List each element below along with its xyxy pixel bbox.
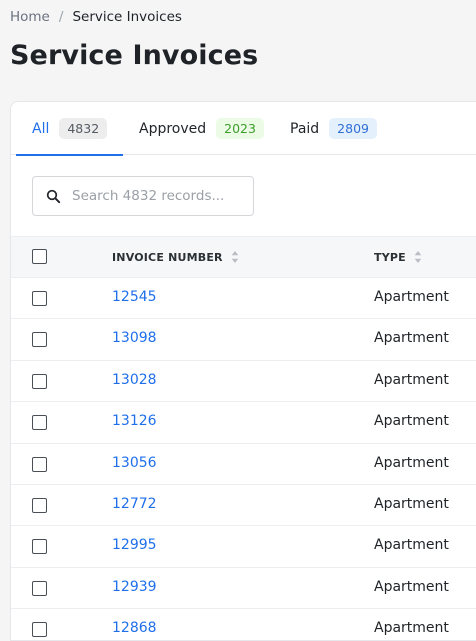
table-row: 12545 Apartment — [11, 278, 476, 320]
sort-icon[interactable] — [414, 250, 422, 264]
column-header-invoice-number[interactable]: INVOICE NUMBER — [112, 237, 239, 277]
invoice-type: Apartment — [374, 578, 449, 595]
invoice-number-link[interactable]: 13098 — [112, 330, 157, 346]
table-row: 13126 Apartment — [11, 402, 476, 444]
column-header-type-label: TYPE — [374, 250, 406, 264]
table-body: 12545 Apartment 13098 Apartment 13028 Ap… — [11, 278, 476, 640]
row-checkbox[interactable] — [32, 332, 47, 348]
invoice-number-link[interactable]: 12772 — [112, 496, 157, 512]
invoice-type: Apartment — [374, 330, 449, 347]
row-checkbox[interactable] — [32, 580, 47, 596]
breadcrumb-current: Service Invoices — [72, 9, 182, 25]
invoice-type: Apartment — [374, 620, 449, 637]
invoice-number-link[interactable]: 13028 — [112, 372, 157, 388]
tab-all-count-badge: 4832 — [59, 118, 108, 139]
invoice-type: Apartment — [374, 454, 449, 471]
table-row: 12868 Apartment — [11, 609, 476, 640]
row-checkbox[interactable] — [32, 415, 47, 431]
invoice-number-link[interactable]: 12868 — [112, 620, 157, 636]
status-tabs: All 4832 Approved 2023 Paid 2809 — [11, 102, 476, 156]
page-title: Service Invoices — [10, 40, 259, 71]
row-checkbox[interactable] — [32, 456, 47, 472]
tab-paid[interactable]: Paid 2809 — [290, 102, 377, 155]
invoice-number-link[interactable]: 13126 — [112, 413, 157, 429]
invoice-number-link[interactable]: 13056 — [112, 455, 157, 471]
tab-approved[interactable]: Approved 2023 — [139, 102, 264, 155]
search-input[interactable] — [72, 188, 242, 204]
tab-approved-label: Approved — [139, 120, 207, 137]
table-row: 12995 Apartment — [11, 526, 476, 568]
invoice-number-link[interactable]: 12939 — [112, 579, 157, 595]
table-row: 13098 Apartment — [11, 319, 476, 361]
invoice-number-link[interactable]: 12545 — [112, 289, 157, 305]
tab-all[interactable]: All 4832 — [16, 102, 123, 156]
breadcrumb: Home / Service Invoices — [10, 9, 182, 25]
invoice-type: Apartment — [374, 371, 449, 388]
table-row: 12939 Apartment — [11, 568, 476, 610]
search-box — [32, 176, 254, 216]
row-checkbox[interactable] — [32, 539, 47, 555]
invoice-type: Apartment — [374, 289, 449, 305]
tab-all-label: All — [32, 120, 50, 137]
breadcrumb-home-link[interactable]: Home — [10, 9, 50, 25]
row-checkbox[interactable] — [32, 291, 47, 306]
invoice-type: Apartment — [374, 537, 449, 554]
invoice-number-link[interactable]: 12995 — [112, 537, 157, 553]
invoice-type: Apartment — [374, 495, 449, 512]
table-row: 12772 Apartment — [11, 485, 476, 527]
invoice-type: Apartment — [374, 413, 449, 430]
column-header-invoice-number-label: INVOICE NUMBER — [112, 250, 223, 264]
invoices-card: All 4832 Approved 2023 Paid 2809 INVOICE… — [10, 101, 476, 641]
tab-paid-count-badge: 2809 — [329, 118, 377, 139]
tab-approved-count-badge: 2023 — [216, 118, 264, 139]
tab-paid-label: Paid — [290, 120, 320, 137]
table-row: 13028 Apartment — [11, 361, 476, 403]
sort-icon[interactable] — [231, 250, 239, 264]
table-row: 13056 Apartment — [11, 444, 476, 485]
row-checkbox[interactable] — [32, 373, 47, 389]
select-all-checkbox[interactable] — [32, 249, 47, 264]
search-icon — [46, 189, 61, 204]
table-header: INVOICE NUMBER TYPE — [11, 236, 476, 278]
row-checkbox[interactable] — [32, 622, 47, 638]
breadcrumb-separator: / — [58, 9, 64, 25]
row-checkbox[interactable] — [32, 497, 47, 513]
column-header-type[interactable]: TYPE — [374, 237, 422, 277]
